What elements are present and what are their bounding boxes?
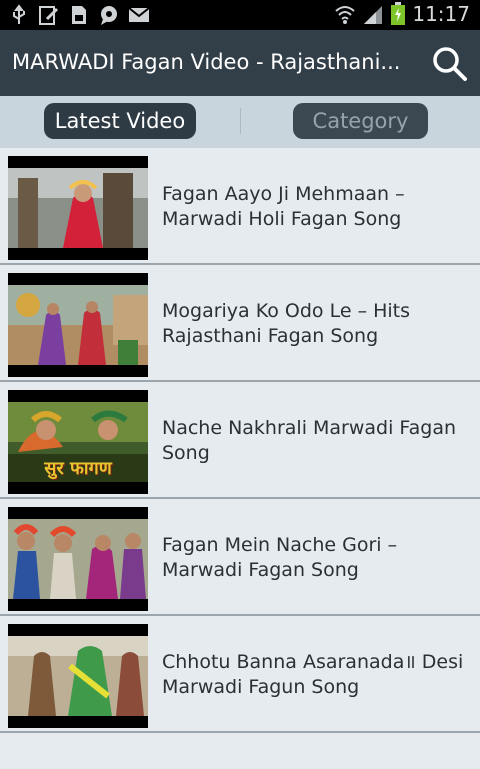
chat-icon — [101, 6, 117, 25]
thumbnail-image — [8, 285, 148, 365]
usb-icon — [13, 4, 25, 24]
thumbnail-overlay-text: सुर फागण — [44, 458, 112, 479]
video-thumbnail — [8, 156, 148, 260]
list-item[interactable]: Fagan Aayo Ji Mehmaan – Marwadi Holi Fag… — [0, 148, 480, 265]
battery-icon — [391, 2, 406, 25]
app-title: MARWADI Fagan Video - Rajasthani... — [12, 50, 401, 74]
video-thumbnail — [8, 507, 148, 611]
thumbnail-image — [8, 168, 148, 248]
video-thumbnail — [8, 273, 148, 377]
video-title: Fagan Aayo Ji Mehmaan – Marwadi Holi Fag… — [162, 183, 405, 230]
video-title: Mogariya Ko Odo Le – Hits Rajasthani Fag… — [162, 300, 411, 347]
video-thumbnail: सुर फागण — [8, 390, 148, 494]
app-bar: MARWADI Fagan Video - Rajasthani... — [0, 30, 480, 96]
screen-edit-icon — [39, 6, 59, 25]
list-item[interactable]: Chhotu Banna Asaranada॥ Desi Marwadi Fag… — [0, 616, 480, 733]
thumbnail-image — [8, 636, 148, 716]
status-bar: 11:17 — [0, 0, 480, 30]
clock-time: 11:17 — [412, 2, 470, 26]
tab-bar: Latest Video Category — [0, 96, 480, 148]
video-title: Fagan Mein Nache Gori – Marwadi Fagan So… — [162, 534, 398, 581]
tab-latest-video[interactable]: Latest Video — [44, 103, 196, 139]
video-title: Chhotu Banna Asaranada॥ Desi Marwadi Fag… — [162, 651, 464, 698]
list-item[interactable]: सुर फागण Nache Nakhrali Marwadi Fagan So… — [0, 382, 480, 499]
tab-category[interactable]: Category — [293, 103, 428, 139]
video-title: Nache Nakhrali Marwadi Fagan Song — [162, 417, 457, 464]
video-thumbnail — [8, 624, 148, 728]
sd-card-icon — [72, 6, 86, 24]
thumbnail-image — [8, 519, 148, 599]
wifi-icon — [335, 6, 356, 24]
gmail-icon — [128, 7, 150, 22]
list-item[interactable]: Fagan Mein Nache Gori – Marwadi Fagan So… — [0, 499, 480, 616]
list-item[interactable]: Mogariya Ko Odo Le – Hits Rajasthani Fag… — [0, 265, 480, 382]
video-list: Fagan Aayo Ji Mehmaan – Marwadi Holi Fag… — [0, 148, 480, 733]
search-icon[interactable] — [430, 44, 470, 84]
tab-divider — [240, 108, 241, 134]
signal-icon — [364, 6, 383, 24]
